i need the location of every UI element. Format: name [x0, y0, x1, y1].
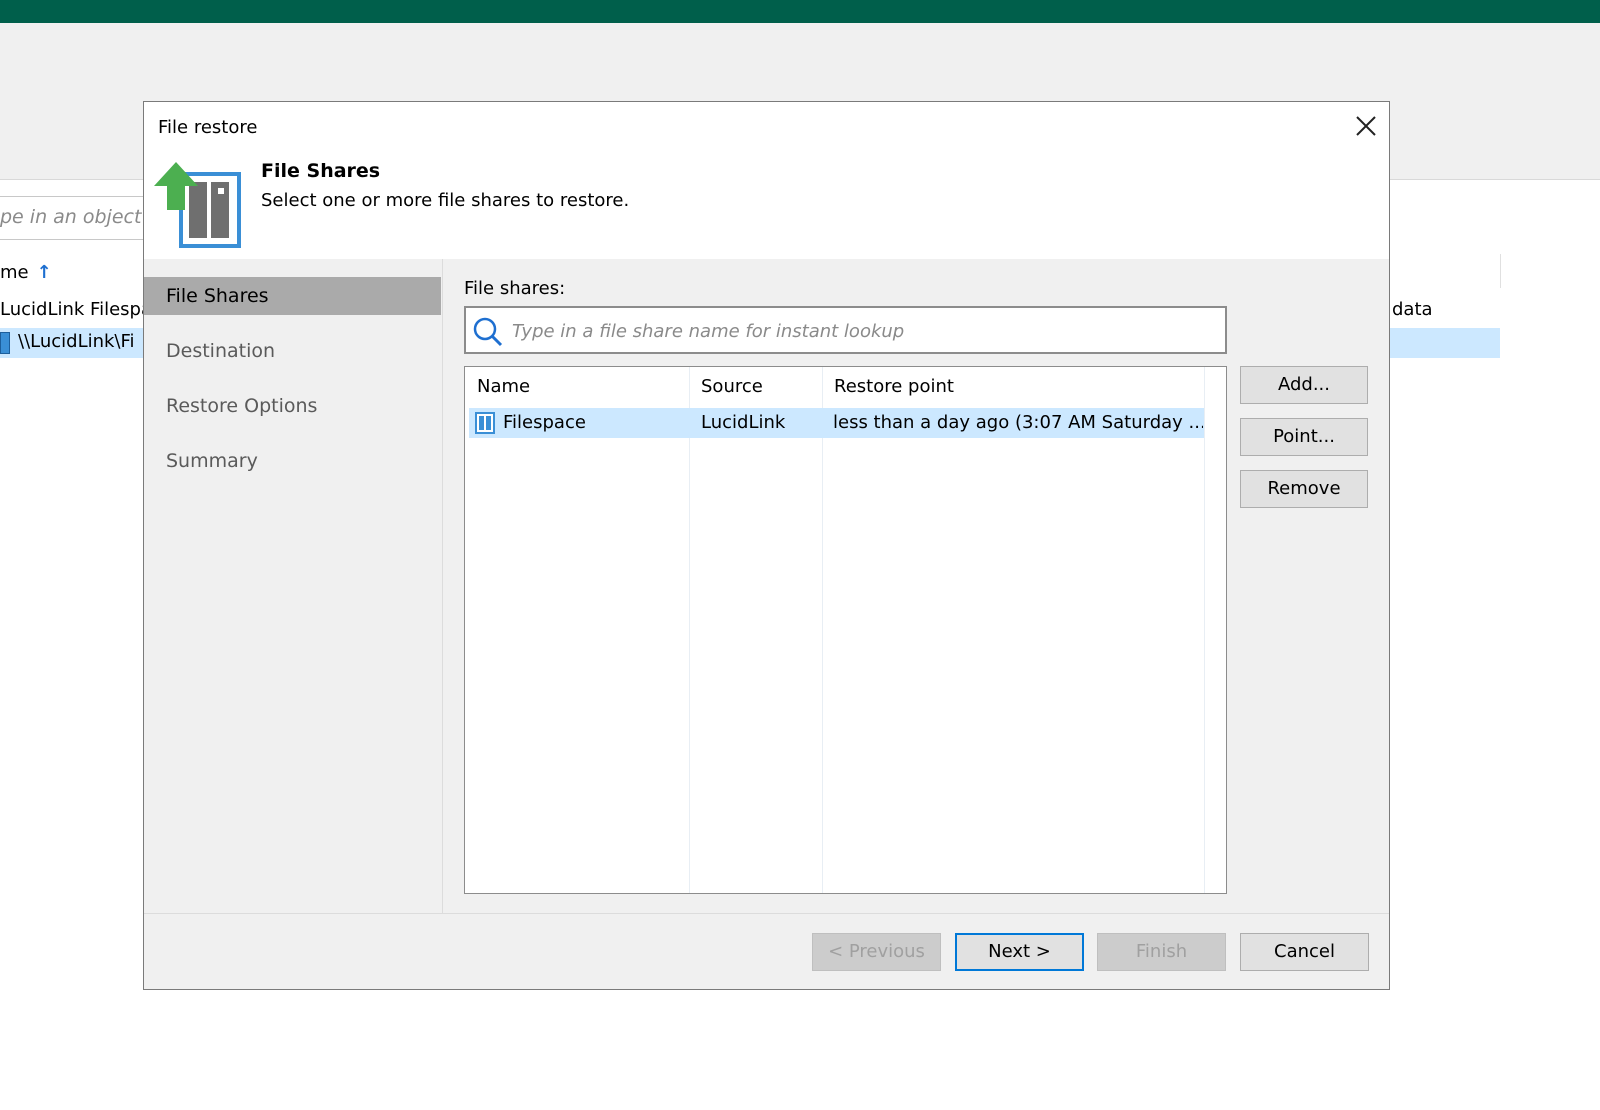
search-input[interactable] — [510, 314, 1214, 348]
cancel-button[interactable]: Cancel — [1240, 933, 1369, 971]
add-button[interactable]: Add... — [1240, 366, 1368, 404]
close-icon[interactable] — [1352, 112, 1380, 140]
search-icon — [472, 316, 504, 348]
point-button[interactable]: Point... — [1240, 418, 1368, 456]
file-shares-list[interactable]: Name Source Restore point Filespace Luci… — [464, 366, 1227, 894]
file-share-search[interactable] — [464, 306, 1227, 354]
bg-column-header-label: me — [0, 262, 29, 283]
wizard-steps-nav: File Shares Destination Restore Options … — [144, 259, 443, 913]
column-divider — [1204, 367, 1205, 893]
next-button[interactable]: Next > — [955, 933, 1084, 971]
file-shares-label: File shares: — [464, 278, 566, 299]
dialog-header: File restore File Shares Select one or m… — [144, 102, 1389, 259]
step-description: Select one or more file shares to restor… — [261, 190, 630, 211]
bg-column-header-name[interactable]: me ↑ — [0, 262, 52, 283]
finish-button[interactable]: Finish — [1097, 933, 1226, 971]
remove-button[interactable]: Remove — [1240, 470, 1368, 508]
cell-restore-point: less than a day ago (3:07 AM Saturday ..… — [833, 412, 1203, 433]
nav-item-destination[interactable]: Destination — [144, 332, 441, 370]
nav-item-file-shares[interactable]: File Shares — [144, 277, 441, 315]
sort-ascending-icon: ↑ — [36, 262, 52, 283]
bg-row-label: \\LucidLink\Fi — [18, 331, 135, 352]
footer-divider — [144, 913, 1389, 914]
cell-name: Filespace — [503, 412, 586, 433]
file-restore-dialog: File restore File Shares Select one or m… — [143, 101, 1390, 990]
previous-button[interactable]: < Previous — [812, 933, 941, 971]
column-header-restore-point[interactable]: Restore point — [822, 367, 1202, 407]
cell-source: LucidLink — [701, 412, 786, 433]
list-header: Name Source Restore point — [465, 367, 1226, 407]
bg-column-header — [1392, 254, 1501, 288]
column-divider — [689, 367, 690, 893]
dialog-title: File restore — [158, 117, 258, 138]
app-top-bar — [0, 0, 1600, 23]
bg-file-share-icon — [0, 332, 10, 354]
nav-item-summary[interactable]: Summary — [144, 442, 441, 480]
file-share-restore-icon — [152, 160, 242, 250]
table-row[interactable]: Filespace LucidLink less than a day ago … — [469, 408, 1204, 438]
step-content: File shares: Name Source Restore point — [443, 259, 1389, 913]
column-header-name[interactable]: Name — [465, 367, 689, 407]
step-title: File Shares — [261, 160, 381, 182]
nav-item-restore-options[interactable]: Restore Options — [144, 387, 441, 425]
bg-group-label: LucidLink Filespa — [0, 299, 152, 320]
column-header-source[interactable]: Source — [689, 367, 822, 407]
column-divider — [822, 367, 823, 893]
file-share-icon — [475, 412, 495, 434]
bg-column-text: data — [1392, 299, 1433, 320]
